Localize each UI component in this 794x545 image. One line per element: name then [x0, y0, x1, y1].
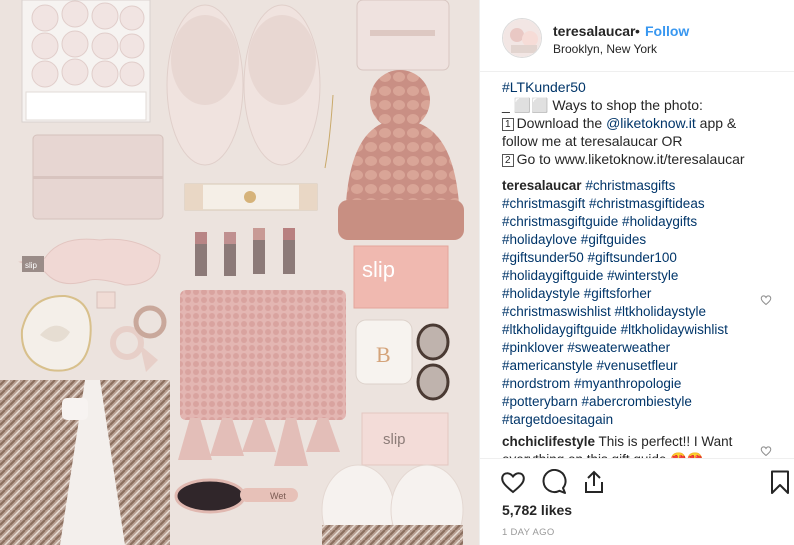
hashtag-line[interactable]: #christmasgiftguide #holidaygifts [502, 213, 787, 231]
svg-text:slip: slip [383, 431, 406, 448]
avatar[interactable] [502, 18, 542, 58]
caption-hashtag[interactable]: #LTKunder50 [502, 78, 787, 96]
hashtag-line[interactable]: #targetdoesitagain [502, 411, 787, 429]
hashtag-line[interactable]: #potterybarn #abercrombiestyle [502, 393, 787, 411]
comment-item: chchiclifestyle This is perfect!! I Want [502, 433, 782, 451]
post-timestamp[interactable]: 1 DAY AGO [502, 527, 555, 538]
svg-text:slip: slip [25, 261, 38, 270]
caption: #LTKunder50 _ ⬜⬜ Ways to shop the photo:… [502, 78, 787, 168]
location-link[interactable]: Brooklyn, New York [553, 42, 657, 56]
hashtag-line[interactable]: #christmasgift #christmasgiftideas [502, 195, 787, 213]
svg-text:slip: slip [362, 257, 395, 282]
number-badge: 1 [502, 118, 514, 131]
heart-icon[interactable] [500, 469, 526, 495]
slip-box: slip [353, 245, 449, 309]
hashtag-line[interactable]: #giftsunder50 #giftsunder100 [502, 249, 787, 267]
hashtag-line[interactable]: #pinklover #sweaterweather [502, 339, 787, 357]
hashtag-line[interactable]: #holidaygiftguide #winterstyle [502, 267, 787, 285]
slip-pillowcase: slip [361, 412, 449, 466]
pink-wallet [32, 134, 164, 220]
caption-line: follow me at teresalaucar OR [502, 133, 683, 149]
comment-text-overflow: everything on this gift guide 😍😍 [502, 451, 762, 458]
separator-dot: • [635, 23, 640, 39]
hashtag-comment: teresalaucar #christmasgifts #christmasg… [502, 177, 787, 429]
knit-throw [178, 290, 346, 466]
caption-line: 2 Go to www.liketoknow.it/teresalaucar [502, 150, 787, 168]
share-icon[interactable] [581, 469, 607, 495]
number-badge: 2 [502, 154, 514, 167]
gift-cracker [184, 183, 318, 211]
comment-username[interactable]: chchiclifestyle [502, 434, 595, 449]
caption-line: 1 Download the @liketoknow.it app & [502, 114, 787, 132]
post-header: teresalaucar • Follow Brooklyn, New York [480, 0, 794, 72]
svg-text:B: B [376, 342, 391, 367]
username-link[interactable]: teresalaucar [553, 23, 636, 39]
jewelry-case [356, 0, 450, 71]
comment-like-icon[interactable] [760, 294, 772, 306]
hashtag-line[interactable]: #christmaswishlist #ltkholidaystyle [502, 303, 787, 321]
hashtag-line[interactable]: #holidaystyle #giftsforher [502, 285, 787, 303]
comment-like-icon[interactable] [760, 445, 772, 457]
comment-username[interactable]: teresalaucar [502, 178, 582, 193]
svg-text:Wet: Wet [270, 491, 286, 501]
comment-text: This is perfect!! I Want [595, 434, 733, 449]
agate-coaster [20, 294, 92, 372]
hashtag-line[interactable]: #ltkholidaygiftguide #ltkholidaywishlist [502, 321, 787, 339]
hashtag-link[interactable]: #christmasgifts [585, 178, 675, 193]
post-panel: teresalaucar • Follow Brooklyn, New York… [479, 0, 794, 545]
caption-line: _ ⬜⬜ Ways to shop the photo: [502, 97, 703, 113]
flatlay-image: slip slip B slip Wet [0, 0, 479, 545]
comments-list[interactable]: #LTKunder50 _ ⬜⬜ Ways to shop the photo:… [480, 72, 794, 458]
mention-link[interactable]: @liketoknow.it [606, 115, 696, 131]
likes-count[interactable]: 5,782 likes [502, 502, 572, 518]
hashtag-line[interactable]: #nordstrom #myanthropologie [502, 375, 787, 393]
post-photo[interactable]: slip slip B slip Wet [0, 0, 479, 545]
hashtag-line[interactable]: #americanstyle #venusetfleur [502, 357, 787, 375]
rose-box [21, 0, 151, 123]
post-actions: 5,782 likes 1 DAY AGO [480, 458, 794, 545]
hashtag-line[interactable]: #holidaylove #giftguides [502, 231, 787, 249]
bookmark-icon[interactable] [767, 469, 793, 495]
follow-button[interactable]: Follow [645, 23, 689, 39]
fur-robe [0, 380, 170, 545]
comment-icon[interactable] [541, 469, 567, 495]
candle: B [355, 319, 413, 385]
